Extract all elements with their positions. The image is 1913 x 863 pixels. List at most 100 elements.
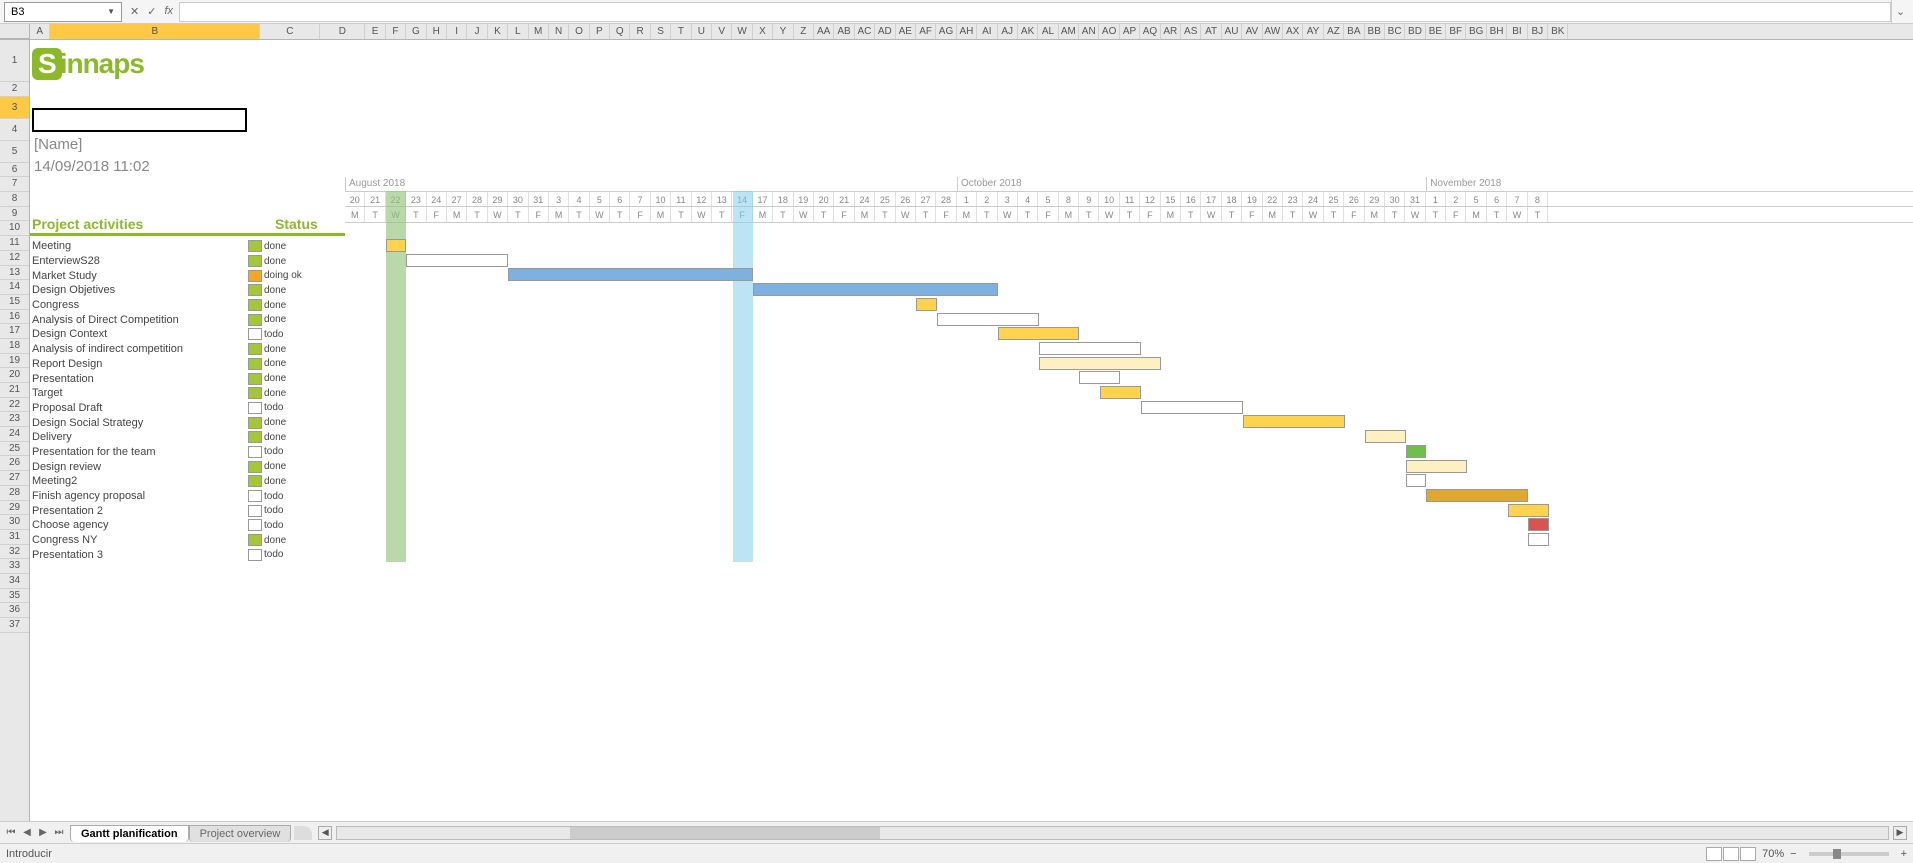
fx-icon[interactable]: fx xyxy=(162,5,175,18)
row-head-11[interactable]: 11 xyxy=(0,236,29,251)
col-head-AE[interactable]: AE xyxy=(896,24,916,39)
zoom-out-icon[interactable]: − xyxy=(1790,848,1796,860)
row-head-33[interactable]: 33 xyxy=(0,559,29,574)
formula-input[interactable] xyxy=(179,2,1891,22)
tab-last-icon[interactable]: ⏭ xyxy=(52,827,66,838)
row-head-32[interactable]: 32 xyxy=(0,545,29,560)
gantt-bar[interactable] xyxy=(998,327,1080,340)
row-head-7[interactable]: 7 xyxy=(0,177,29,192)
gantt-bar[interactable] xyxy=(1528,533,1548,546)
new-sheet-button[interactable] xyxy=(294,826,312,840)
gantt-bar[interactable] xyxy=(1039,342,1141,355)
col-head-B[interactable]: B xyxy=(50,24,260,39)
col-head-A[interactable]: A xyxy=(30,24,50,39)
gantt-bar[interactable] xyxy=(1426,489,1528,502)
col-head-AK[interactable]: AK xyxy=(1018,24,1038,39)
row-head-36[interactable]: 36 xyxy=(0,603,29,618)
gantt-bar[interactable] xyxy=(1528,518,1548,531)
activity-row[interactable]: Meetingdone xyxy=(30,239,345,254)
activity-row[interactable]: Targetdone xyxy=(30,386,345,401)
col-head-BJ[interactable]: BJ xyxy=(1528,24,1548,39)
row-head-4[interactable]: 4 xyxy=(0,119,29,141)
view-page-button[interactable] xyxy=(1723,847,1739,861)
row-head-8[interactable]: 8 xyxy=(0,192,29,207)
activity-row[interactable]: Choose agencytodo xyxy=(30,518,345,533)
gantt-bar[interactable] xyxy=(386,239,406,252)
col-head-H[interactable]: H xyxy=(427,24,447,39)
col-head-BK[interactable]: BK xyxy=(1548,24,1568,39)
col-head-BD[interactable]: BD xyxy=(1405,24,1425,39)
row-head-19[interactable]: 19 xyxy=(0,354,29,369)
col-head-AG[interactable]: AG xyxy=(936,24,956,39)
col-head-BF[interactable]: BF xyxy=(1446,24,1466,39)
activity-row[interactable]: Proposal Drafttodo xyxy=(30,401,345,416)
col-head-AV[interactable]: AV xyxy=(1242,24,1262,39)
col-head-P[interactable]: P xyxy=(590,24,610,39)
name-box-dropdown-icon[interactable]: ▼ xyxy=(107,7,115,16)
row-head-16[interactable]: 16 xyxy=(0,310,29,325)
gantt-bar[interactable] xyxy=(1508,504,1549,517)
row-head-1[interactable]: 1 xyxy=(0,40,29,82)
col-head-AW[interactable]: AW xyxy=(1263,24,1283,39)
row-head-34[interactable]: 34 xyxy=(0,574,29,589)
row-head-15[interactable]: 15 xyxy=(0,295,29,310)
col-head-F[interactable]: F xyxy=(386,24,406,39)
activity-row[interactable]: Analysis of indirect competitiondone xyxy=(30,342,345,357)
activity-row[interactable]: Analysis of Direct Competitiondone xyxy=(30,312,345,327)
formula-expand-icon[interactable]: ⌄ xyxy=(1891,0,1909,23)
gantt-bar[interactable] xyxy=(1365,430,1406,443)
row-head-9[interactable]: 9 xyxy=(0,207,29,222)
gantt-bar[interactable] xyxy=(753,283,998,296)
row-head-31[interactable]: 31 xyxy=(0,530,29,545)
cancel-icon[interactable]: ✕ xyxy=(128,5,141,18)
activity-row[interactable]: Finish agency proposaltodo xyxy=(30,489,345,504)
col-head-AI[interactable]: AI xyxy=(977,24,997,39)
horizontal-scrollbar[interactable] xyxy=(336,826,1889,840)
hscroll-left-icon[interactable]: ◀ xyxy=(318,826,332,840)
col-head-AU[interactable]: AU xyxy=(1222,24,1242,39)
gantt-bar[interactable] xyxy=(1141,401,1243,414)
sheet-tab[interactable]: Project overview xyxy=(189,825,292,842)
tab-prev-icon[interactable]: ◀ xyxy=(20,827,34,838)
activity-row[interactable]: Presentationdone xyxy=(30,371,345,386)
row-head-35[interactable]: 35 xyxy=(0,589,29,604)
gantt-bar[interactable] xyxy=(1406,460,1467,473)
gantt-bar[interactable] xyxy=(406,254,508,267)
col-head-U[interactable]: U xyxy=(692,24,712,39)
sheet-canvas[interactable]: Sinnaps [Name] 14/09/2018 11:02 Project … xyxy=(30,40,1913,821)
row-head-29[interactable]: 29 xyxy=(0,501,29,516)
col-head-BA[interactable]: BA xyxy=(1344,24,1364,39)
zoom-in-icon[interactable]: + xyxy=(1901,848,1907,860)
row-head-12[interactable]: 12 xyxy=(0,251,29,266)
col-head-C[interactable]: C xyxy=(260,24,320,39)
col-head-K[interactable]: K xyxy=(488,24,508,39)
activity-row[interactable]: Report Designdone xyxy=(30,357,345,372)
col-head-N[interactable]: N xyxy=(549,24,569,39)
col-head-L[interactable]: L xyxy=(508,24,528,39)
zoom-thumb[interactable] xyxy=(1833,849,1841,859)
col-head-AS[interactable]: AS xyxy=(1181,24,1201,39)
row-head-13[interactable]: 13 xyxy=(0,266,29,281)
gantt-bar[interactable] xyxy=(1406,474,1426,487)
gantt-bar[interactable] xyxy=(1406,445,1426,458)
col-head-BB[interactable]: BB xyxy=(1365,24,1385,39)
row-head-2[interactable]: 2 xyxy=(0,82,29,97)
col-head-O[interactable]: O xyxy=(569,24,589,39)
col-head-G[interactable]: G xyxy=(406,24,426,39)
col-head-AB[interactable]: AB xyxy=(834,24,854,39)
gantt-bar[interactable] xyxy=(508,268,753,281)
row-head-21[interactable]: 21 xyxy=(0,383,29,398)
activity-row[interactable]: EnterviewS28done xyxy=(30,254,345,269)
col-head-E[interactable]: E xyxy=(365,24,385,39)
activity-row[interactable]: Design Contexttodo xyxy=(30,327,345,342)
col-head-AQ[interactable]: AQ xyxy=(1140,24,1160,39)
col-head-R[interactable]: R xyxy=(630,24,650,39)
hscroll-right-icon[interactable]: ▶ xyxy=(1893,826,1907,840)
row-head-5[interactable]: 5 xyxy=(0,141,29,163)
row-head-22[interactable]: 22 xyxy=(0,398,29,413)
hscroll-thumb[interactable] xyxy=(570,827,880,839)
col-head-AT[interactable]: AT xyxy=(1201,24,1221,39)
col-head-AD[interactable]: AD xyxy=(875,24,895,39)
tab-first-icon[interactable]: ⏮ xyxy=(4,827,18,838)
col-head-AL[interactable]: AL xyxy=(1038,24,1058,39)
